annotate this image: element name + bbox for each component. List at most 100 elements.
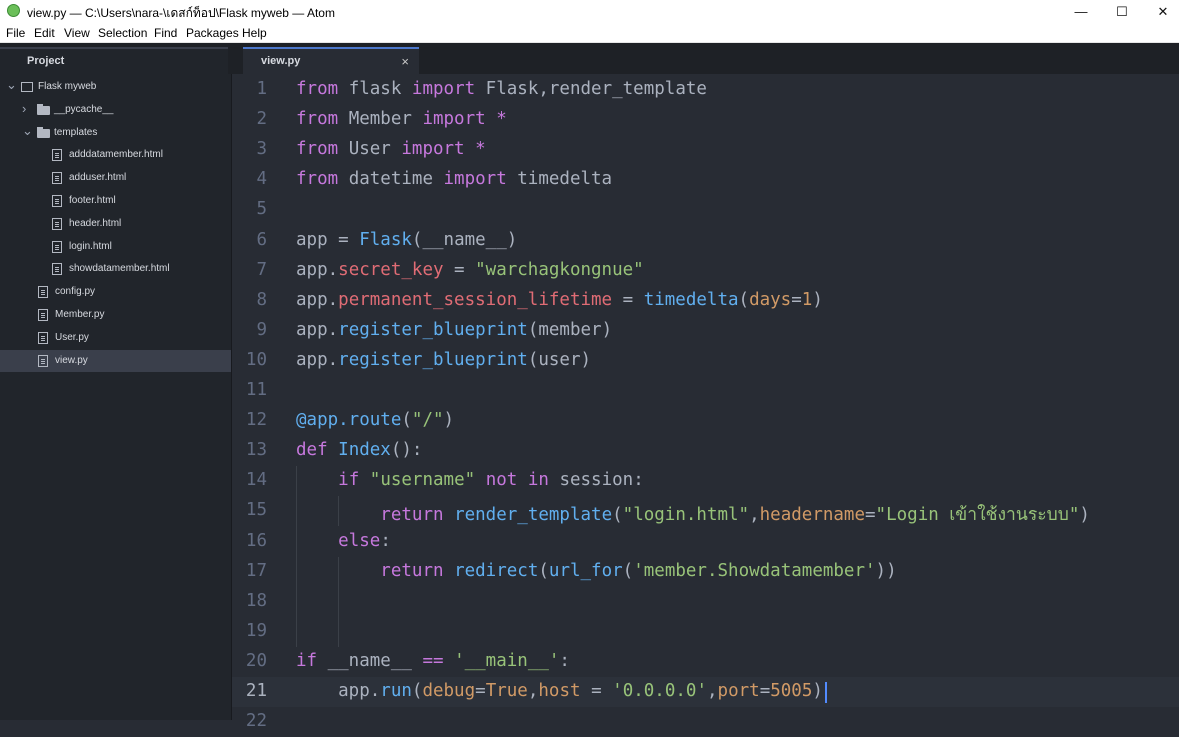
code-text: app.register_blueprint(member): [296, 319, 613, 340]
line-number: 12: [245, 410, 267, 431]
tree-item-view-py[interactable]: view.py: [0, 349, 231, 372]
tree-item-adduser-html[interactable]: adduser.html: [0, 167, 231, 189]
tab-close-icon[interactable]: ×: [401, 54, 409, 69]
tree-item-user-py[interactable]: User.py: [0, 327, 231, 349]
indent-guide: [296, 466, 297, 647]
code-line[interactable]: 18: [232, 587, 1179, 617]
window-title: view.py — C:\Users\nara-\เดสก์ท็อป\Flask…: [27, 6, 335, 20]
line-number: 3: [256, 139, 267, 160]
atom-app-icon: [7, 4, 20, 17]
text-cursor: [824, 682, 827, 703]
tree-item-pycache[interactable]: › __pycache__: [0, 99, 231, 121]
repo-icon: [21, 82, 33, 92]
tree-item-label: header.html: [69, 217, 122, 229]
code-text: return redirect(url_for('member.Showdata…: [380, 560, 897, 581]
indent-guide: [338, 496, 340, 527]
menu-help[interactable]: Help: [242, 26, 267, 40]
code-text: app.secret_key = "warchagkongnue": [296, 259, 644, 280]
code-line[interactable]: 2 from Member import *: [232, 105, 1179, 135]
tree-item-header-html[interactable]: header.html: [0, 213, 231, 235]
code-text: from Member import *: [296, 109, 507, 130]
tree-item-label: config.py: [55, 286, 96, 298]
code-text: if "username" not in session:: [338, 470, 644, 491]
tab-view-py[interactable]: view.py ×: [243, 47, 419, 74]
code-line[interactable]: 7 app.secret_key = "warchagkongnue": [232, 256, 1179, 286]
file-icon: [52, 240, 62, 253]
code-text: from datetime import timedelta: [296, 169, 613, 190]
code-line[interactable]: 21 app.run(debug=True,host = '0.0.0.0',p…: [232, 677, 1179, 707]
chevron-down-icon[interactable]: ⌄: [22, 123, 33, 139]
file-icon: [52, 217, 62, 230]
tree-item-label: footer.html: [69, 195, 116, 206]
menu-file[interactable]: File: [6, 26, 25, 40]
code-line[interactable]: 20 if __name__ == '__main__':: [232, 647, 1179, 677]
line-number: 14: [245, 470, 267, 491]
code-editor[interactable]: 1 from flask import Flask,render_template…: [232, 74, 1179, 731]
chevron-down-icon[interactable]: ⌄: [6, 77, 17, 93]
code-line[interactable]: 9 app.register_blueprint(member): [232, 316, 1179, 346]
code-line[interactable]: 14 if "username" not in session:: [232, 466, 1179, 496]
maximize-button[interactable]: ☐: [1100, 0, 1144, 23]
tree-item-member-py[interactable]: Member.py: [0, 304, 231, 326]
menu-view[interactable]: View: [64, 26, 90, 40]
menu-packages[interactable]: Packages: [186, 26, 239, 40]
indent-guide: [338, 556, 340, 647]
project-tree: ⌄ Flask myweb › __pycache__ ⌄ templates adddat…: [0, 74, 232, 720]
tree-item-showdatamember-html[interactable]: showdatamember.html: [0, 258, 231, 280]
folder-icon: [37, 126, 50, 138]
tree-item-flask-myweb[interactable]: ⌄ Flask myweb: [0, 76, 231, 98]
chevron-right-icon[interactable]: ›: [22, 101, 26, 116]
code-line[interactable]: 5: [232, 195, 1179, 225]
code-line[interactable]: 12 @app.route("/"): [232, 406, 1179, 436]
tree-item-templates[interactable]: ⌄ templates: [0, 122, 231, 144]
tree-item-login-html[interactable]: login.html: [0, 236, 231, 258]
tab-project-label: Project: [27, 55, 65, 67]
menu-edit[interactable]: Edit: [34, 26, 55, 40]
menu-bar: File Edit View Selection Find Packages H…: [0, 23, 1179, 43]
line-number: 7: [256, 259, 267, 280]
code-line[interactable]: 16 else:: [232, 527, 1179, 557]
code-line[interactable]: 13 def Index():: [232, 436, 1179, 466]
tree-item-label: User.py: [55, 331, 89, 343]
code-line[interactable]: 17 return redirect(url_for('member.Showd…: [232, 557, 1179, 587]
code-line[interactable]: 10 app.register_blueprint(user): [232, 346, 1179, 376]
code-line[interactable]: 6 app = Flask(__name__): [232, 226, 1179, 256]
file-icon: [52, 172, 62, 185]
tab-bar: Project view.py ×: [0, 43, 1179, 74]
code-text: app = Flask(__name__): [296, 229, 518, 250]
line-number: 10: [245, 349, 267, 370]
code-line[interactable]: 3 from User import *: [232, 135, 1179, 165]
minimize-button[interactable]: —: [1059, 0, 1103, 23]
file-icon: [38, 309, 48, 321]
file-icon: [52, 195, 62, 207]
tree-item-footer-html[interactable]: footer.html: [0, 190, 231, 212]
code-line[interactable]: 19: [232, 617, 1179, 647]
tree-item-label: templates: [54, 126, 98, 138]
folder-icon: [37, 103, 50, 115]
tree-item-label: Flask myweb: [38, 81, 97, 92]
file-icon: [38, 354, 48, 367]
tree-item-adddatamember-html[interactable]: adddatamember.html: [0, 144, 231, 166]
code-line[interactable]: 4 from datetime import timedelta: [232, 165, 1179, 195]
line-number: 13: [245, 440, 267, 461]
tree-item-label: login.html: [69, 240, 112, 252]
code-line[interactable]: 1 from flask import Flask,render_template: [232, 75, 1179, 105]
tree-item-config-py[interactable]: config.py: [0, 281, 231, 303]
menu-find[interactable]: Find: [154, 26, 177, 40]
code-line[interactable]: 15 return render_template("login.html",h…: [232, 496, 1179, 526]
line-number: 18: [245, 590, 267, 611]
close-window-button[interactable]: ✕: [1141, 0, 1179, 23]
line-number: 8: [256, 289, 267, 310]
code-text: app.run(debug=True,host = '0.0.0.0',port…: [296, 681, 823, 701]
tree-item-label: Member.py: [55, 309, 105, 320]
line-number: 19: [245, 620, 267, 641]
code-line[interactable]: 8 app.permanent_session_lifetime = timede…: [232, 286, 1179, 316]
code-line[interactable]: 22: [232, 707, 1179, 737]
tree-item-label: view.py: [55, 354, 88, 366]
tab-project[interactable]: Project: [0, 47, 228, 74]
tab-file-label: view.py: [261, 55, 301, 67]
line-number: 17: [245, 560, 267, 581]
code-line[interactable]: 11: [232, 376, 1179, 406]
menu-selection[interactable]: Selection: [98, 26, 147, 40]
line-number: 11: [245, 380, 267, 400]
